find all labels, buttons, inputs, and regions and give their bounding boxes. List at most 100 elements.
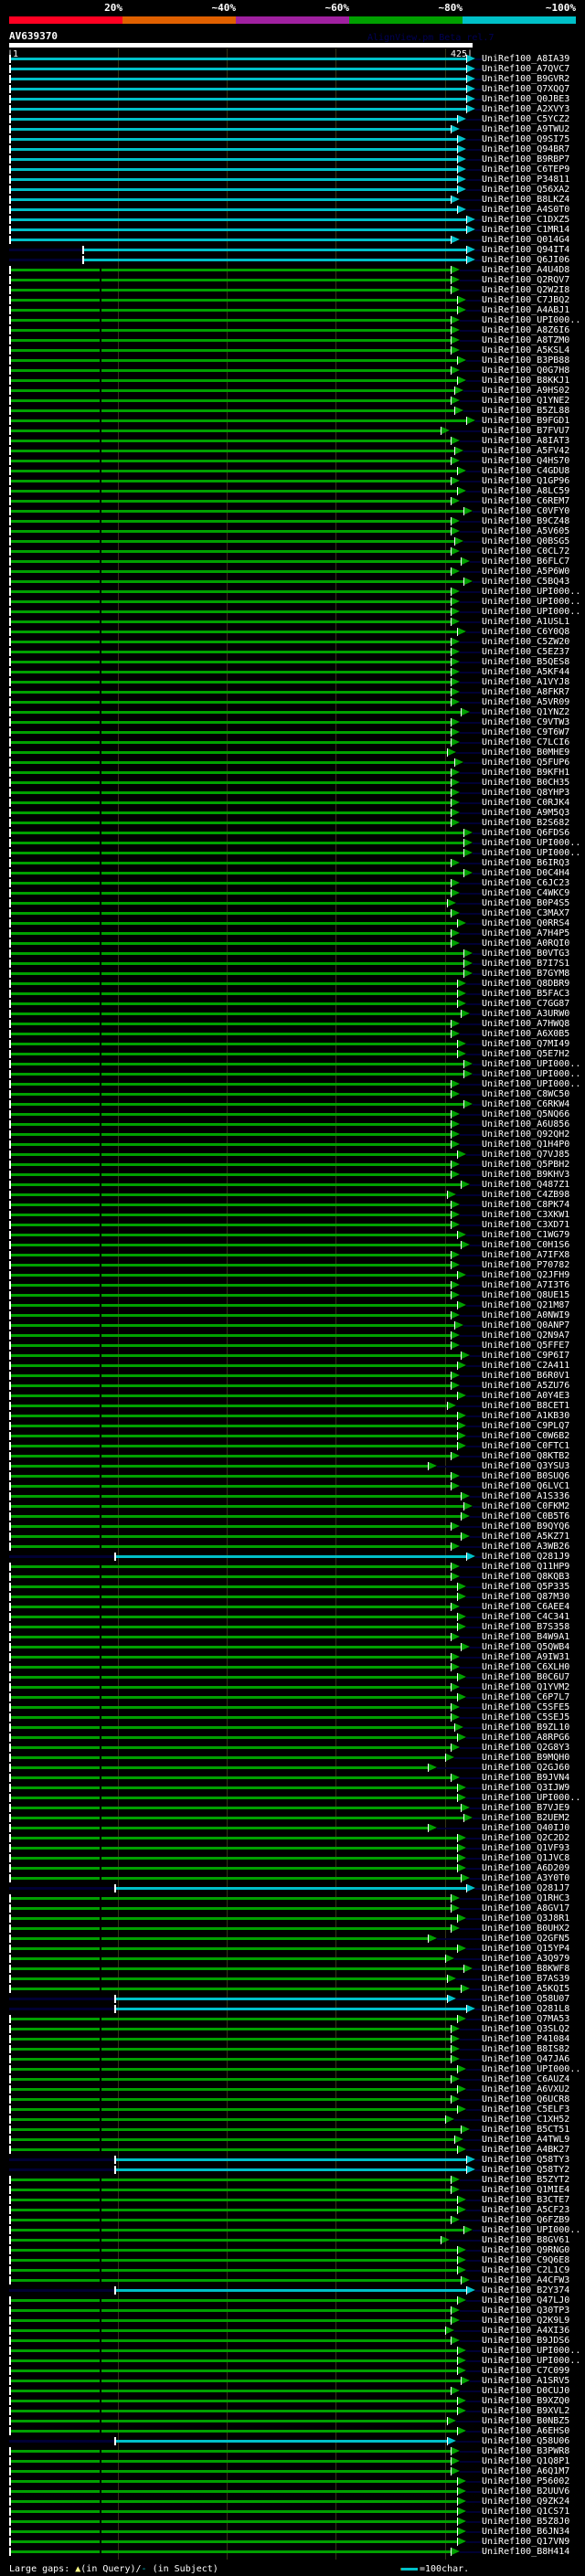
alignment-row[interactable]: UniRef100_B8IS82 [0, 2044, 585, 2054]
subject-label[interactable]: UniRef100_B7AS39 [482, 1974, 569, 1984]
subject-label[interactable]: UniRef100_B8GV61 [482, 2235, 569, 2245]
alignment-row[interactable]: UniRef100_Q92QH2 [0, 1129, 585, 1140]
subject-label[interactable]: UniRef100_A0NWI9 [482, 1310, 569, 1320]
subject-label[interactable]: UniRef100_UPI000.. [482, 1079, 580, 1089]
subject-label[interactable]: UniRef100_Q11HP9 [482, 1562, 569, 1572]
alignment-row[interactable]: UniRef100_Q94IT4 [0, 245, 585, 255]
subject-label[interactable]: UniRef100_A4BK27 [482, 2145, 569, 2155]
alignment-row[interactable]: UniRef100_B4W9A1 [0, 1632, 585, 1642]
alignment-row[interactable]: UniRef100_B8KWF8 [0, 1964, 585, 1974]
subject-label[interactable]: UniRef100_B5ZL88 [482, 406, 569, 416]
alignment-row[interactable]: UniRef100_B3CTE7 [0, 2195, 585, 2205]
alignment-row[interactable]: UniRef100_C2L1C9 [0, 2265, 585, 2275]
alignment-row[interactable]: UniRef100_Q6LVC1 [0, 1481, 585, 1491]
subject-label[interactable]: UniRef100_C9T6W7 [482, 727, 569, 737]
alignment-row[interactable]: UniRef100_B0CH35 [0, 778, 585, 788]
subject-label[interactable]: UniRef100_UPI000.. [482, 2346, 580, 2356]
alignment-row[interactable]: UniRef100_A1VYJ8 [0, 677, 585, 687]
alignment-row[interactable]: UniRef100_UPI000.. [0, 2356, 585, 2366]
subject-label[interactable]: UniRef100_Q2GJ60 [482, 1763, 569, 1773]
alignment-row[interactable]: UniRef100_B9QYQ6 [0, 1521, 585, 1532]
subject-label[interactable]: UniRef100_B8IS82 [482, 2044, 569, 2054]
alignment-row[interactable]: UniRef100_C1WG79 [0, 1230, 585, 1240]
alignment-row[interactable]: UniRef100_C7GG87 [0, 999, 585, 1009]
subject-label[interactable]: UniRef100_Q1YNE2 [482, 396, 569, 406]
alignment-row[interactable]: UniRef100_P70782 [0, 1260, 585, 1270]
alignment-row[interactable]: UniRef100_Q8KQB3 [0, 1572, 585, 1582]
subject-label[interactable]: UniRef100_B9KHV3 [482, 1170, 569, 1180]
alignment-row[interactable]: UniRef100_A4ABJ1 [0, 305, 585, 315]
alignment-row[interactable]: UniRef100_Q1GP96 [0, 476, 585, 486]
alignment-row[interactable]: UniRef100_A9M5Q3 [0, 808, 585, 818]
alignment-row[interactable]: UniRef100_Q9ZK24 [0, 2496, 585, 2507]
alignment-row[interactable]: UniRef100_C9Q6E8 [0, 2255, 585, 2265]
subject-label[interactable]: UniRef100_A9HS02 [482, 386, 569, 396]
subject-label[interactable]: UniRef100_B8H414 [482, 2547, 569, 2557]
alignment-row[interactable]: UniRef100_Q87M30 [0, 1592, 585, 1602]
subject-label[interactable]: UniRef100_C6Y0Q8 [482, 627, 569, 637]
subject-label[interactable]: UniRef100_A8Z6I6 [482, 325, 569, 335]
alignment-row[interactable]: UniRef100_Q17VN9 [0, 2537, 585, 2547]
alignment-row[interactable]: UniRef100_B9KHV3 [0, 1170, 585, 1180]
alignment-row[interactable]: UniRef100_A9TWU2 [0, 124, 585, 134]
alignment-row[interactable]: UniRef100_UPI000.. [0, 838, 585, 848]
subject-label[interactable]: UniRef100_Q2W2I8 [482, 285, 569, 295]
subject-label[interactable]: UniRef100_UPI000.. [482, 607, 580, 617]
subject-label[interactable]: UniRef100_A4TWL9 [482, 2135, 569, 2145]
subject-label[interactable]: UniRef100_C6AEE4 [482, 1602, 569, 1612]
alignment-row[interactable]: UniRef100_Q30TP3 [0, 2306, 585, 2316]
subject-label[interactable]: UniRef100_Q1VF93 [482, 1843, 569, 1853]
subject-label[interactable]: UniRef100_D0CUJ0 [482, 2386, 569, 2396]
subject-label[interactable]: UniRef100_Q487Z1 [482, 1180, 569, 1190]
alignment-row[interactable]: UniRef100_C5SEJ5 [0, 1712, 585, 1723]
subject-label[interactable]: UniRef100_A3URW0 [482, 1009, 569, 1019]
subject-label[interactable]: UniRef100_A5V605 [482, 526, 569, 536]
alignment-row[interactable]: UniRef100_Q5NQ66 [0, 1109, 585, 1119]
subject-label[interactable]: UniRef100_B9XZQ0 [482, 2396, 569, 2406]
alignment-row[interactable]: UniRef100_A8LC59 [0, 486, 585, 496]
alignment-row[interactable]: UniRef100_C8WC50 [0, 1089, 585, 1099]
subject-label[interactable]: UniRef100_C3XKW1 [482, 1210, 569, 1220]
alignment-row[interactable]: UniRef100_C6REM7 [0, 496, 585, 506]
subject-label[interactable]: UniRef100_Q5QWB4 [482, 1642, 569, 1652]
alignment-row[interactable]: UniRef100_B7GYM8 [0, 969, 585, 979]
subject-label[interactable]: UniRef100_C0CL72 [482, 546, 569, 557]
alignment-row[interactable]: UniRef100_A9IW31 [0, 1652, 585, 1662]
subject-label[interactable]: UniRef100_Q2C2D2 [482, 1833, 569, 1843]
alignment-row[interactable]: UniRef100_UPI000.. [0, 315, 585, 325]
alignment-row[interactable]: UniRef100_Q2JFH9 [0, 1270, 585, 1280]
alignment-row[interactable]: UniRef100_Q4HS70 [0, 456, 585, 466]
subject-label[interactable]: UniRef100_Q1GP96 [482, 476, 569, 486]
alignment-row[interactable]: UniRef100_C1DXZ5 [0, 215, 585, 225]
subject-label[interactable]: UniRef100_Q7MA53 [482, 2014, 569, 2024]
alignment-row[interactable]: UniRef100_UPI000.. [0, 2064, 585, 2074]
alignment-row[interactable]: UniRef100_Q9SI75 [0, 134, 585, 144]
subject-label[interactable]: UniRef100_Q92QH2 [482, 1129, 569, 1140]
alignment-row[interactable]: UniRef100_A5V605 [0, 526, 585, 536]
subject-label[interactable]: UniRef100_C3XD71 [482, 1220, 569, 1230]
alignment-row[interactable]: UniRef100_C6TEP9 [0, 164, 585, 175]
subject-label[interactable]: UniRef100_B9JDS6 [482, 2336, 569, 2346]
subject-label[interactable]: UniRef100_Q47LJ0 [482, 2295, 569, 2306]
alignment-row[interactable]: UniRef100_Q6FDS6 [0, 828, 585, 838]
alignment-row[interactable]: UniRef100_A7IFX8 [0, 1250, 585, 1260]
alignment-row[interactable]: UniRef100_C3MAX7 [0, 908, 585, 918]
alignment-row[interactable]: UniRef100_B2UEM2 [0, 1813, 585, 1823]
subject-label[interactable]: UniRef100_B3CTE7 [482, 2195, 569, 2205]
subject-label[interactable]: UniRef100_B8LKZ4 [482, 195, 569, 205]
subject-label[interactable]: UniRef100_B8KKJ1 [482, 376, 569, 386]
subject-label[interactable]: UniRef100_B3PWR8 [482, 2446, 569, 2456]
alignment-row[interactable]: UniRef100_A5VR09 [0, 697, 585, 707]
subject-label[interactable]: UniRef100_B2UEM2 [482, 1813, 569, 1823]
alignment-row[interactable]: UniRef100_C0B5T6 [0, 1511, 585, 1521]
subject-label[interactable]: UniRef100_C6XLH0 [482, 1662, 569, 1672]
subject-label[interactable]: UniRef100_Q15YP4 [482, 1944, 569, 1954]
alignment-row[interactable]: UniRef100_UPI000.. [0, 2346, 585, 2356]
subject-label[interactable]: UniRef100_C0FTC1 [482, 1441, 569, 1451]
subject-label[interactable]: UniRef100_A7IFX8 [482, 1250, 569, 1260]
subject-label[interactable]: UniRef100_A4CFW3 [482, 2275, 569, 2285]
subject-label[interactable]: UniRef100_Q2K9L9 [482, 2316, 569, 2326]
subject-label[interactable]: UniRef100_C7GG87 [482, 999, 569, 1009]
alignment-row[interactable]: UniRef100_D0C4H4 [0, 868, 585, 878]
subject-label[interactable]: UniRef100_B8CET1 [482, 1401, 569, 1411]
